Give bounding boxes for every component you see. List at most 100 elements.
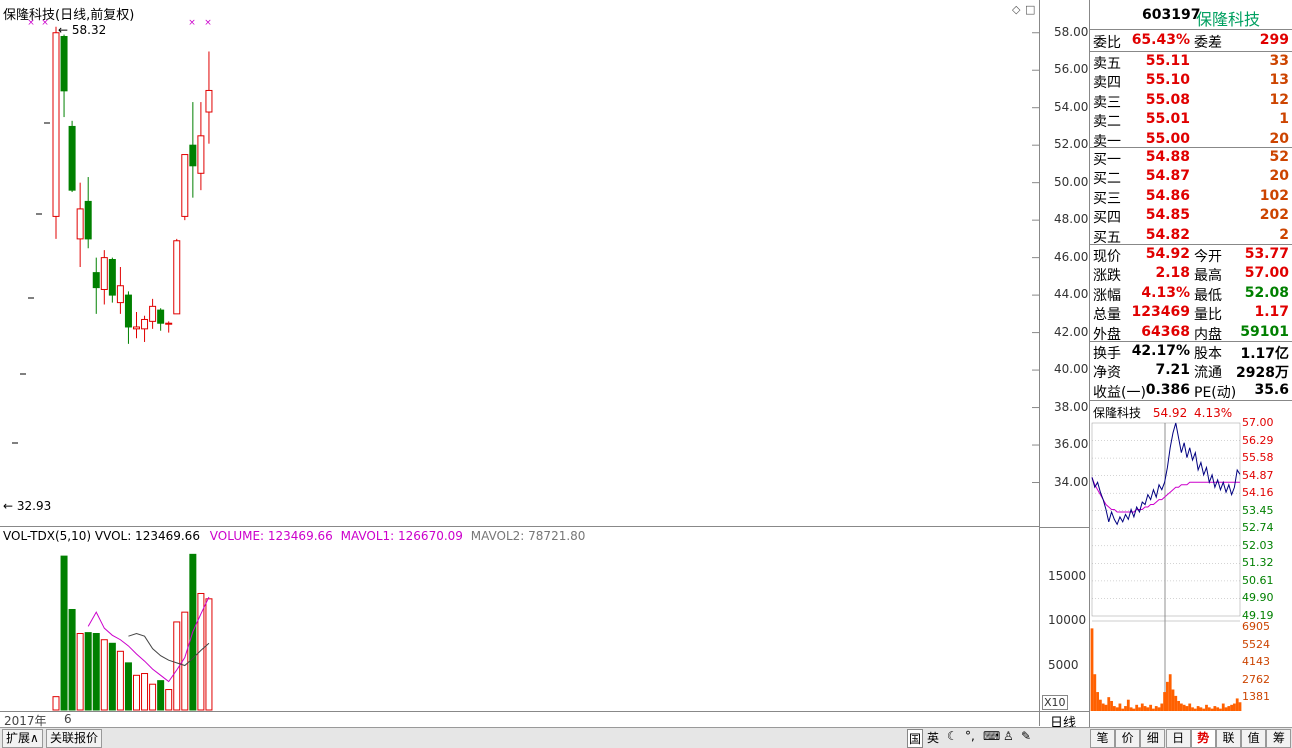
- fin-label-2: 股本: [1194, 346, 1222, 362]
- dot-icon[interactable]: °,: [965, 729, 975, 743]
- period-label-box[interactable]: 日线: [1040, 711, 1090, 731]
- weibi-row: 委比 65.43% 委差 299: [1090, 31, 1292, 51]
- buy-label: 买二: [1093, 171, 1121, 188]
- buy-row: 买二 54.87 20: [1090, 167, 1292, 188]
- square-icon[interactable]: □: [1025, 3, 1035, 16]
- tab-expand[interactable]: 扩展∧: [2, 729, 43, 748]
- price-tick-label: 38.00: [1054, 399, 1089, 414]
- stat-label-2: 最低: [1194, 287, 1222, 304]
- fin-label-2: 流通: [1194, 365, 1222, 382]
- date-axis: 2017年 6: [0, 711, 1040, 728]
- mini-price-tick: 51.32: [1242, 556, 1274, 570]
- buy-volume: 102: [1259, 187, 1289, 204]
- user-icon[interactable]: ♙: [1003, 729, 1014, 743]
- mini-price-tick: 52.74: [1242, 521, 1274, 535]
- weicha-value: 299: [1259, 32, 1289, 48]
- stat-value-2: 52.08: [1244, 284, 1289, 301]
- tab-1[interactable]: 笔: [1090, 729, 1115, 748]
- tab-7[interactable]: 值: [1241, 729, 1267, 748]
- ime-tray: 国 英 ☾ °, ⌨ ♙ ✎: [905, 728, 1045, 748]
- volume-panel[interactable]: VOL-TDX(5,10) VVOL: 123469.66 VOLUME: 12…: [0, 527, 1040, 711]
- volume-bar: [205, 598, 213, 711]
- sell-label: 卖五: [1093, 56, 1121, 72]
- volume-unit-label: X10: [1042, 695, 1068, 710]
- fin-value-2: 2928万: [1236, 365, 1289, 382]
- volume-svg[interactable]: [0, 527, 1040, 711]
- moon-icon[interactable]: ☾: [947, 729, 958, 743]
- buy-price: 54.82: [1145, 226, 1190, 243]
- mini-price-tick: 54.87: [1242, 468, 1274, 482]
- mini-vol-tick: 6905: [1242, 620, 1270, 633]
- sell-price: 55.10: [1145, 72, 1190, 89]
- tab-2[interactable]: 价: [1115, 729, 1141, 748]
- candle-body: [92, 272, 100, 289]
- sell-price: 55.08: [1145, 91, 1190, 108]
- tab-5[interactable]: 势: [1190, 729, 1216, 748]
- mini-price-tick: 54.16: [1242, 486, 1274, 500]
- tab-8[interactable]: 筹: [1266, 729, 1292, 748]
- wrench-icon[interactable]: ✎: [1021, 729, 1031, 743]
- mini-vol-tick: 1381: [1242, 690, 1270, 704]
- tab-3[interactable]: 细: [1140, 729, 1166, 748]
- stat-value-2: 1.17: [1254, 304, 1289, 321]
- sell-price: 55.11: [1145, 53, 1190, 69]
- volume-bar: [149, 683, 157, 711]
- mini-avg-line: [1091, 477, 1240, 513]
- mini-price-tick: 52.03: [1242, 538, 1274, 552]
- stat-value-2: 59101: [1240, 323, 1289, 340]
- price-tick-label: 52.00: [1054, 137, 1089, 152]
- kline-svg[interactable]: × × × ×: [0, 0, 1040, 527]
- candle-body: [68, 125, 76, 191]
- price-tick-label: 40.00: [1054, 362, 1089, 377]
- volume-tick-label: 15000: [1048, 568, 1087, 583]
- diamond-icon[interactable]: ◇: [1012, 3, 1020, 16]
- buy-row: 买一 54.88 52: [1090, 148, 1292, 168]
- keyboard-icon[interactable]: ⌨: [983, 729, 1000, 743]
- sell-row: 卖二 55.01 1: [1090, 110, 1292, 130]
- quote-panel: 603197 保隆科技 委比 65.43% 委差 299 卖五 55.11 33 卖四…: [1090, 0, 1292, 711]
- mini-vol-tick: 4143: [1242, 655, 1270, 669]
- stat-label: 涨跌: [1093, 268, 1121, 285]
- mini-price-tick: 53.45: [1242, 503, 1274, 517]
- candle-body: [157, 309, 165, 324]
- stat-row: 现价 54.92 今开 53.77: [1090, 245, 1292, 265]
- weibi-value: 65.43%: [1131, 32, 1190, 48]
- tab-4[interactable]: 日: [1165, 729, 1191, 748]
- fin-value: 7.21: [1155, 362, 1190, 379]
- candle-body: [76, 208, 84, 240]
- tab-6[interactable]: 联: [1216, 729, 1241, 748]
- signal-marker: ×: [204, 18, 212, 28]
- kline-chart[interactable]: × × × × 保隆科技(日线,前复权) ← 58.32 ← 32.93 ◇ □: [0, 0, 1040, 527]
- tray-ying-icon[interactable]: 英: [927, 729, 939, 746]
- price-tick-label: 36.00: [1054, 437, 1089, 452]
- fin-label: 净资: [1093, 365, 1121, 382]
- sell-row: 卖三 55.08 12: [1090, 91, 1292, 111]
- buy-price: 54.85: [1145, 207, 1190, 224]
- sell-row: 卖一 55.00 20: [1090, 130, 1292, 150]
- buy-volume: 2: [1279, 226, 1289, 243]
- intraday-chart[interactable]: 保隆科技 54.92 4.13% 57.00 56.29 55.58 54.87 54.…: [1090, 401, 1292, 711]
- fin-value: 42.17%: [1131, 343, 1190, 359]
- stat-label-2: 最高: [1194, 268, 1222, 285]
- candle-body: [149, 305, 157, 322]
- price-tick-label: 56.00: [1054, 62, 1089, 77]
- sell-label: 卖三: [1093, 94, 1121, 111]
- fin-row: 换手 42.17% 股本 1.17亿: [1090, 342, 1292, 362]
- tray-guo-icon[interactable]: 国: [907, 729, 924, 748]
- stat-value-2: 53.77: [1244, 246, 1289, 262]
- quote-title: 603197 保隆科技: [1090, 6, 1292, 29]
- volume-bar: [116, 650, 124, 711]
- mini-price-tick: 57.00: [1242, 416, 1274, 429]
- mavol2-value: MAVOL2: 78721.80: [470, 529, 586, 543]
- weicha-label: 委差: [1194, 35, 1222, 51]
- mini-vol-tick: 2762: [1242, 672, 1270, 686]
- stat-value: 2.18: [1155, 265, 1190, 282]
- stat-value: 123469: [1131, 304, 1190, 321]
- tab-related-quotes[interactable]: 关联报价: [46, 729, 103, 748]
- stat-value: 64368: [1141, 323, 1190, 340]
- candle-body: [108, 259, 116, 296]
- mavol1-value: MAVOL1: 126670.09: [340, 529, 463, 543]
- buy-volume: 20: [1269, 168, 1289, 185]
- volume-bar: [108, 642, 116, 711]
- candle-body: [181, 154, 189, 217]
